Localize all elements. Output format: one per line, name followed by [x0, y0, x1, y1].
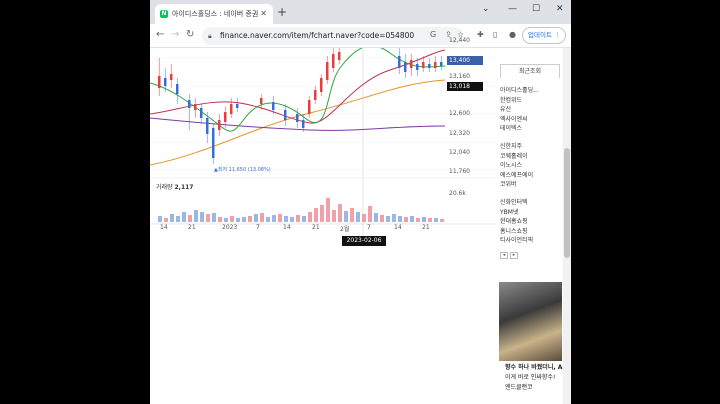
update-button[interactable]: 업데이트 ⋮: [522, 27, 566, 44]
address-bar[interactable]: 🔒︎ finance.naver.com/item/fchart.naver?c…: [202, 27, 463, 45]
recent-item[interactable]: YBM넷: [500, 208, 539, 218]
volume-title: 거래량 2,117: [156, 182, 193, 191]
crosshair-date: 2023-02-06: [342, 236, 386, 246]
tab-close-icon[interactable]: ✕: [260, 9, 267, 18]
title-bar: N 아이디스홀딩스 : 네이버 증권 ✕ + ⌄ — ☐ ✕: [150, 0, 571, 24]
recent-pager: ◂ ▸: [500, 252, 518, 259]
url-text: finance.naver.com/item/fchart.naver?code…: [220, 31, 415, 40]
forward-arrow-icon[interactable]: →: [171, 29, 179, 40]
back-arrow-icon[interactable]: ←: [156, 29, 164, 40]
new-tab-button[interactable]: +: [277, 5, 287, 19]
extensions-icon[interactable]: ✚: [477, 30, 484, 39]
price-tick: 12,440: [449, 37, 470, 44]
recent-item[interactable]: 티사이언티픽: [500, 236, 539, 246]
x-tick: 21: [422, 224, 430, 231]
recent-item[interactable]: 이노시스: [500, 161, 539, 171]
x-tick: 21: [188, 224, 196, 231]
prev-page-button[interactable]: ◂: [500, 252, 508, 259]
price-tick: 12,040: [449, 149, 470, 156]
price-tick: 13,160: [449, 73, 470, 80]
tab-title: 아이디스홀딩스 : 네이버 증권: [172, 10, 259, 18]
recent-view-tab[interactable]: 최근조회: [500, 64, 560, 78]
recent-item[interactable]: 한컴위드: [500, 96, 539, 106]
ad-brand: 엔드클랜코: [505, 384, 533, 391]
price-tick: 12,600: [449, 110, 470, 117]
recent-item[interactable]: 현대홈쇼핑: [500, 217, 539, 227]
recent-item[interactable]: 에스에프에이: [500, 171, 539, 181]
ad-text[interactable]: 향수 하나 바꿨더니, A 이게 바로 인싸향수! 엔드클랜코: [505, 363, 562, 393]
recent-item[interactable]: 아이디스홀딩...: [500, 86, 539, 96]
low-annotation: ▲최저 11,650 (13.08%): [214, 167, 271, 173]
scroll-thumb[interactable]: [564, 148, 570, 258]
recent-item[interactable]: 유신: [500, 105, 539, 115]
page-scrollbar[interactable]: [563, 48, 571, 404]
recent-list: 아이디스홀딩... 한컴위드 유신 엑사이엔씨 테이텍스 신한지주 코웨홀레이 …: [500, 86, 539, 246]
next-page-button[interactable]: ▸: [510, 252, 518, 259]
recent-item[interactable]: 신한지주: [500, 142, 539, 152]
stock-chart[interactable]: 12,440 13,400 13,160 13,018 12,600 12,32…: [150, 37, 495, 248]
x-tick: 14: [283, 224, 291, 231]
ad-subline: 이게 바로 인싸향수!: [505, 374, 556, 381]
update-label: 업데이트: [528, 31, 552, 39]
browser-tab[interactable]: N 아이디스홀딩스 : 네이버 증권 ✕: [155, 4, 273, 24]
current-price-tag: 13,400: [447, 56, 483, 65]
browser-window: N 아이디스홀딩스 : 네이버 증권 ✕ + ⌄ — ☐ ✕ ← → ↻ 🔒︎ …: [150, 0, 571, 404]
volume-scale: 20.6k: [449, 190, 466, 197]
more-icon: ⋮: [554, 31, 561, 39]
lock-icon: 🔒︎: [208, 32, 212, 40]
ma-price-tag: 13,018: [447, 82, 483, 91]
page-content: 12,440 13,400 13,160 13,018 12,600 12,32…: [150, 37, 571, 404]
x-tick: 7: [367, 224, 371, 231]
recent-item[interactable]: 홈니스쇼핑: [500, 227, 539, 237]
naver-favicon: N: [160, 10, 168, 18]
volume-value: 2,117: [174, 184, 194, 191]
recent-item[interactable]: 코웨홀레이: [500, 152, 539, 162]
minimize-button[interactable]: —: [508, 4, 517, 14]
price-tick: 12,320: [449, 130, 470, 137]
volume-label: 거래량: [156, 184, 173, 191]
close-window-button[interactable]: ✕: [556, 4, 564, 14]
google-icon[interactable]: G: [430, 30, 436, 39]
x-tick: 14: [160, 224, 168, 231]
recent-item[interactable]: 엑사이엔씨: [500, 115, 539, 125]
price-tick: 11,760: [449, 168, 470, 175]
ad-image[interactable]: [499, 282, 562, 361]
chart-svg: [150, 45, 495, 238]
x-tick: 14: [394, 224, 402, 231]
x-tick: 2023: [222, 224, 238, 231]
candles: [158, 48, 443, 164]
ad-headline: 향수 하나 바꿨더니, A: [505, 364, 563, 371]
volume-bars: [158, 198, 444, 222]
recent-item[interactable]: 테이텍스: [500, 124, 539, 134]
maximize-button[interactable]: ☐: [532, 4, 540, 14]
recent-item[interactable]: 신화인터텍: [500, 198, 539, 208]
chevron-down-icon[interactable]: ⌄: [482, 4, 490, 14]
reload-icon[interactable]: ↻: [186, 29, 194, 40]
avatar[interactable]: ●: [509, 30, 516, 39]
recent-item[interactable]: 코위버: [500, 180, 539, 190]
x-tick: 2월: [340, 226, 350, 233]
x-tick: 21: [312, 224, 320, 231]
sidepanel-icon[interactable]: ▯: [493, 30, 497, 39]
x-tick: 7: [256, 224, 260, 231]
browser-toolbar: ← → ↻ 🔒︎ finance.naver.com/item/fchart.n…: [150, 24, 571, 48]
